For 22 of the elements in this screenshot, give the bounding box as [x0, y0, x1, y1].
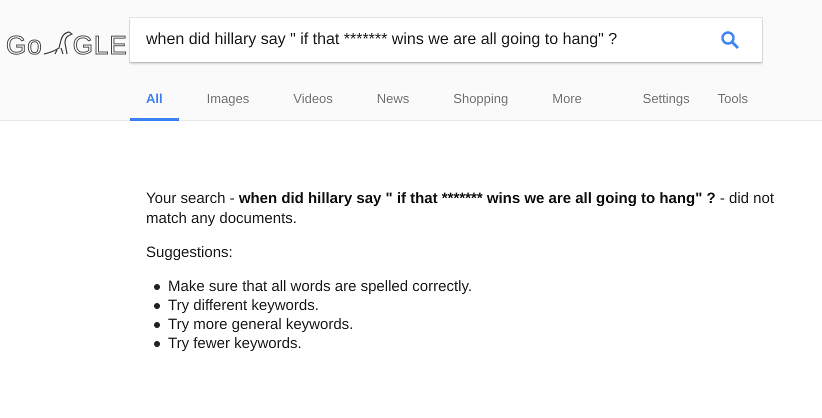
suggestion-text: Try more general keywords. — [168, 315, 354, 334]
tool-link[interactable]: Settings — [628, 81, 704, 121]
search-icon[interactable] — [720, 30, 740, 50]
suggestion-text: Try different keywords. — [168, 296, 319, 315]
bullet-icon — [154, 302, 160, 308]
tab[interactable]: All — [130, 81, 179, 121]
suggestions-heading: Suggestions: — [146, 243, 234, 263]
logo-text: Go — [6, 29, 43, 62]
suggestion-text: Try fewer keywords. — [168, 334, 302, 353]
tab[interactable]: News — [360, 81, 426, 121]
tab[interactable]: Videos — [277, 81, 349, 121]
tool-link[interactable]: Tools — [704, 81, 762, 121]
bullet-icon — [154, 322, 160, 328]
tab[interactable]: Shopping — [437, 81, 524, 121]
tab[interactable]: More — [536, 81, 598, 121]
search-field[interactable]: when did hillary say " if that ******* wins we are all going to hang" ? — [130, 18, 762, 62]
logo-text: GLE — [72, 29, 128, 62]
bullet-icon — [154, 284, 160, 290]
no-results-message: Your search - when did hillary say " if that ******* wins we are all going to hang" ? - did not match any documents. — [146, 189, 776, 229]
tab[interactable]: Images — [190, 81, 266, 121]
bullet-icon — [154, 340, 160, 346]
suggestion-text: Make sure that all words are spelled correctly. — [168, 277, 472, 296]
